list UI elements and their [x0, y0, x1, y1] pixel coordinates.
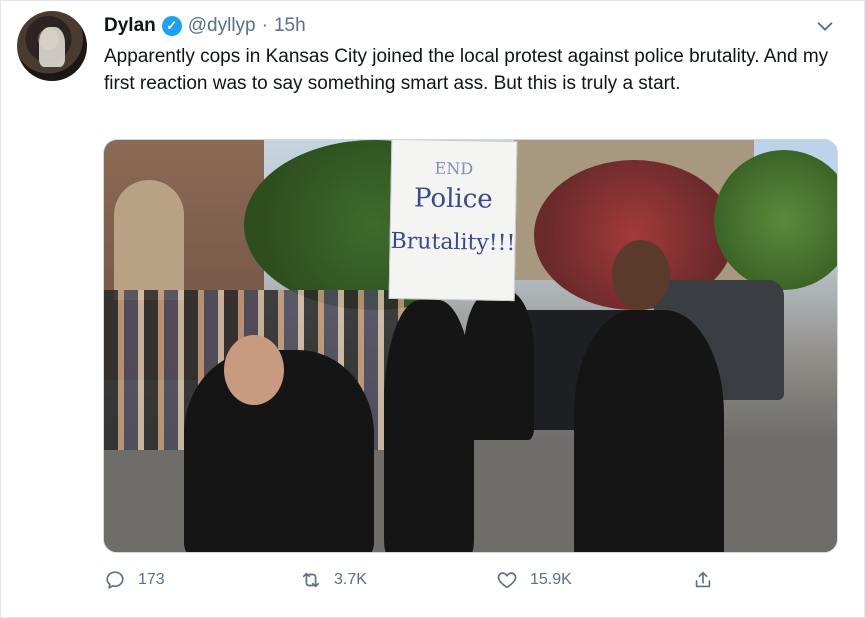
sign-line: END — [434, 158, 474, 179]
separator: · — [261, 15, 268, 36]
avatar[interactable] — [17, 11, 87, 81]
photo-officer-head — [224, 335, 284, 405]
photo-officer — [384, 300, 474, 552]
chevron-down-icon[interactable] — [814, 15, 836, 37]
share-button[interactable] — [692, 566, 714, 594]
retweet-count: 3.7K — [334, 571, 367, 588]
author-name[interactable]: Dylan — [104, 15, 156, 37]
protest-sign: END Police Brutality!!! — [388, 140, 518, 302]
timestamp[interactable]: 15h — [274, 15, 306, 37]
share-icon — [695, 571, 711, 588]
sign-line: Brutality!!! — [390, 228, 516, 257]
reply-icon — [106, 571, 124, 589]
photo-officer — [464, 290, 534, 440]
like-button[interactable]: 15.9K — [496, 566, 572, 594]
reply-count: 173 — [138, 571, 165, 588]
verified-badge-icon: ✓ — [161, 16, 182, 36]
retweet-icon — [302, 572, 320, 588]
photo-officer-head — [612, 240, 670, 310]
heart-icon — [497, 572, 517, 589]
tweet-photo[interactable]: END Police Brutality!!! — [103, 139, 838, 553]
avatar-figure — [39, 27, 65, 67]
sign-line: Police — [413, 183, 493, 215]
tweet[interactable]: Dylan ✓ @dyllyp · 15h Apparently cops in… — [0, 0, 865, 618]
photo-officer — [574, 310, 724, 552]
author-handle[interactable]: @dyllyp — [188, 15, 256, 37]
like-count: 15.9K — [530, 571, 572, 588]
tweet-text: Apparently cops in Kansas City joined th… — [104, 46, 829, 94]
retweet-button[interactable]: 3.7K — [300, 566, 367, 594]
tweet-actions: 173 3.7K 15.9K — [104, 566, 824, 594]
reply-button[interactable]: 173 — [104, 566, 165, 594]
tweet-header: Dylan ✓ @dyllyp · 15h — [104, 13, 306, 39]
